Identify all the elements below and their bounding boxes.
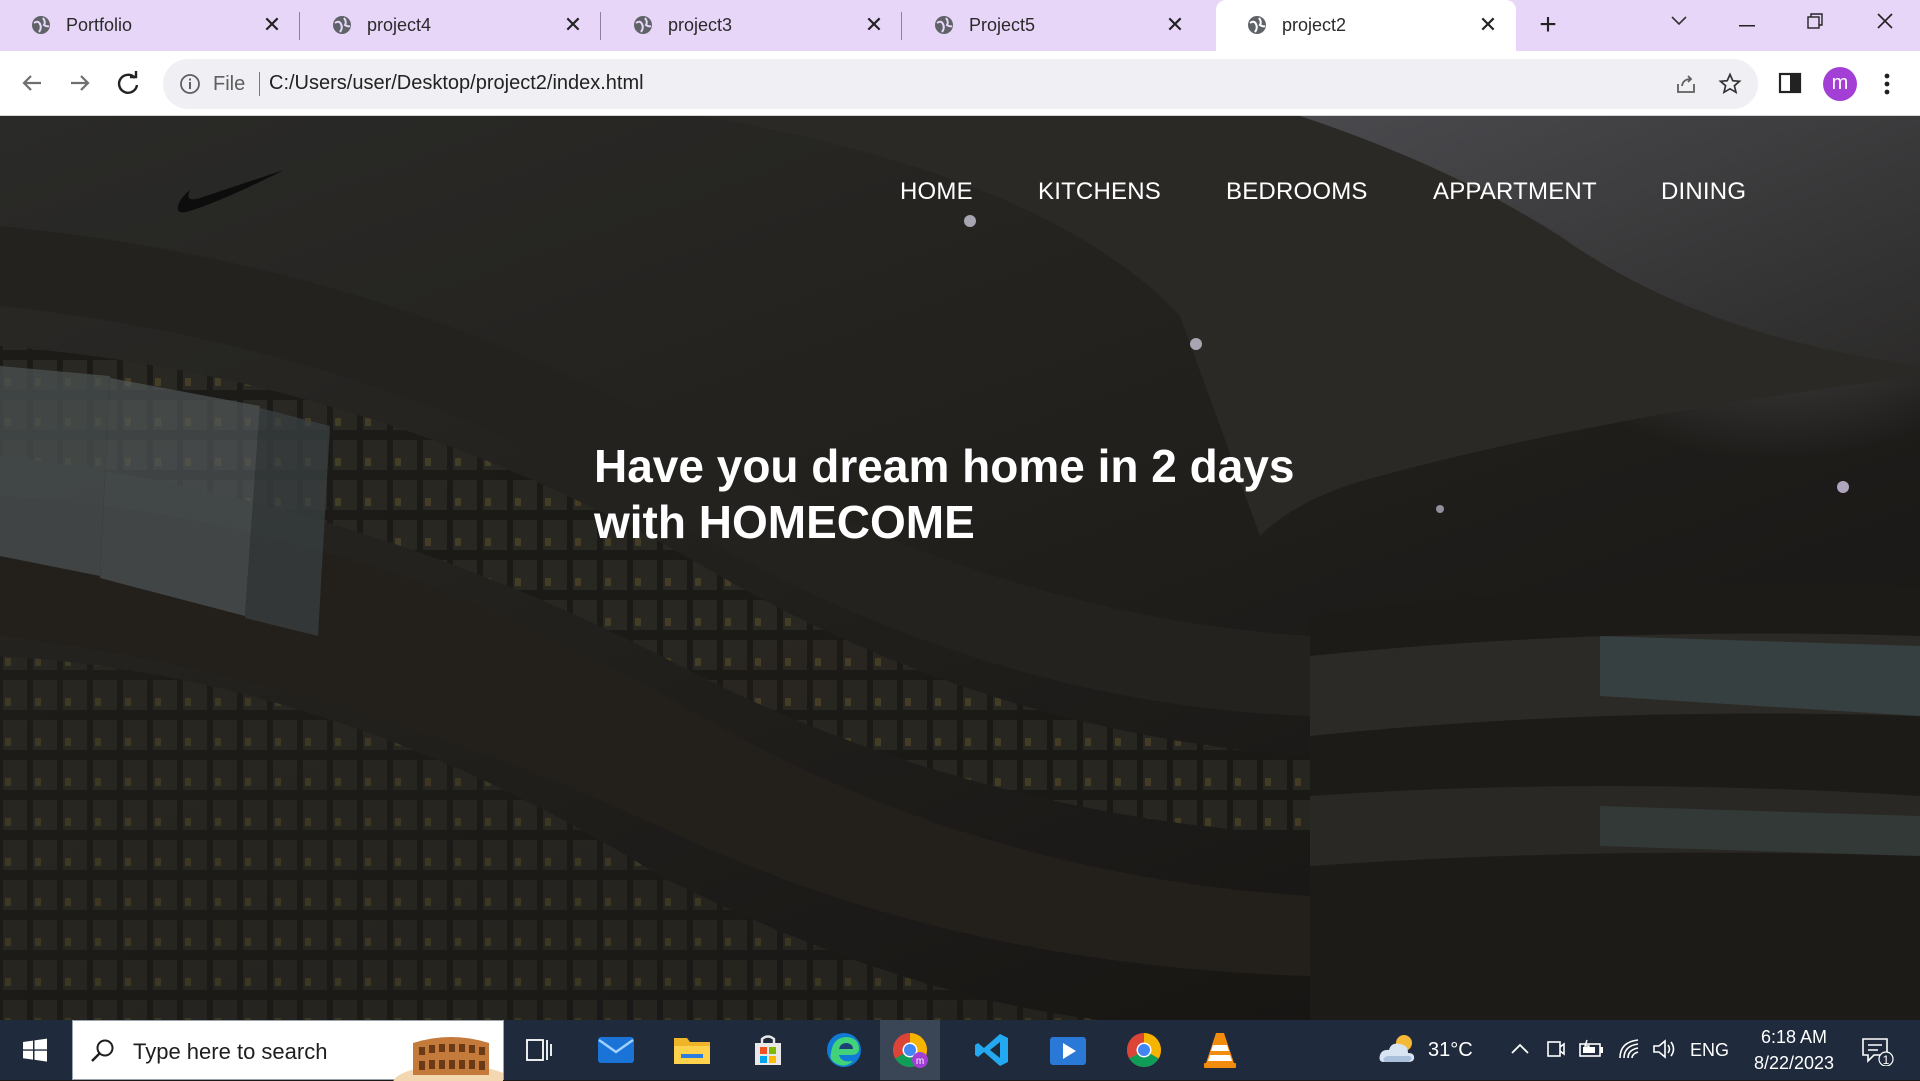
nav-link-home[interactable]: HOME — [900, 178, 973, 206]
globe-icon — [634, 16, 652, 34]
side-panel-icon[interactable] — [1778, 71, 1802, 95]
nav-link-bedrooms[interactable]: BEDROOMS — [1226, 178, 1368, 206]
forward-arrow-icon[interactable] — [62, 65, 98, 101]
tab-title: project2 — [1282, 15, 1347, 35]
globe-icon — [935, 16, 953, 34]
search-placeholder: Type here to search — [133, 1039, 328, 1064]
file-explorer-icon[interactable] — [670, 1028, 714, 1072]
reload-icon[interactable] — [110, 65, 146, 101]
battery-icon[interactable] — [1578, 1038, 1604, 1060]
hero-line-1: Have you dream home in 2 days — [594, 440, 1295, 492]
close-icon[interactable]: ✕ — [860, 11, 888, 39]
globe-icon — [32, 16, 50, 34]
clock-date[interactable]: 8/22/2023 — [1742, 1053, 1846, 1074]
weather-cloud-icon[interactable] — [1378, 1032, 1418, 1066]
language-indicator[interactable]: ENG — [1690, 1040, 1729, 1061]
tab-strip: Portfolio ✕ project4 ✕ project3 ✕ Projec… — [0, 0, 1920, 51]
chrome-profile-taskbar-icon[interactable]: m — [880, 1020, 940, 1080]
swoosh-logo-icon[interactable] — [176, 168, 286, 218]
vscode-icon[interactable] — [970, 1028, 1014, 1072]
hero-background-image — [0, 116, 1920, 1020]
restore-button[interactable] — [1785, 0, 1845, 42]
vlc-icon[interactable] — [1198, 1028, 1242, 1072]
mail-icon[interactable] — [594, 1028, 638, 1072]
chevron-up-icon[interactable] — [1510, 1042, 1530, 1056]
search-icon — [91, 1039, 114, 1062]
svg-text:m: m — [916, 1056, 924, 1067]
tab-title: project3 — [668, 15, 733, 35]
url-text[interactable]: C:/Users/user/Desktop/project2/index.htm… — [269, 72, 644, 95]
close-icon[interactable]: ✕ — [258, 11, 286, 39]
bookmark-star-icon[interactable] — [1718, 72, 1742, 96]
tab-project4[interactable]: project4 ✕ — [301, 0, 601, 51]
tab-search-chevron-icon[interactable] — [1649, 0, 1709, 42]
new-tab-button[interactable]: + — [1530, 8, 1566, 44]
web-page: HOME KITCHENS BEDROOMS APPARTMENT DINING… — [0, 116, 1920, 1020]
meet-now-icon[interactable] — [1546, 1038, 1566, 1060]
task-view-icon[interactable] — [518, 1028, 562, 1072]
taskbar-search-box[interactable]: Type here to search — [72, 1020, 504, 1081]
notification-count: 1 — [1882, 1053, 1890, 1067]
browser-toolbar: File C:/Users/user/Desktop/project2/inde… — [0, 51, 1920, 116]
clock-time[interactable]: 6:18 AM — [1754, 1027, 1834, 1048]
volume-icon[interactable] — [1652, 1038, 1676, 1060]
windows-start-icon[interactable] — [0, 1020, 70, 1080]
nav-link-dining[interactable]: DINING — [1661, 178, 1746, 206]
tab-project3[interactable]: project3 ✕ — [602, 0, 902, 51]
media-player-icon[interactable] — [1046, 1028, 1090, 1072]
tab-separator — [299, 12, 300, 40]
edge-icon[interactable] — [822, 1028, 866, 1072]
weather-temperature[interactable]: 31°C — [1428, 1039, 1473, 1062]
tab-project5[interactable]: Project5 ✕ — [903, 0, 1203, 51]
address-bar[interactable]: File C:/Users/user/Desktop/project2/inde… — [163, 59, 1758, 109]
tab-title: project4 — [367, 15, 432, 35]
taskbar: Type here to search m 31°C ENG 6:18 AM 8… — [0, 1020, 1920, 1081]
tab-title: Project5 — [969, 15, 1036, 35]
chrome-icon[interactable] — [1122, 1028, 1166, 1072]
colosseum-search-highlight-icon — [393, 1037, 503, 1081]
globe-icon — [1248, 16, 1266, 34]
nav-link-appartment[interactable]: APPARTMENT — [1433, 178, 1597, 206]
tab-separator — [600, 12, 601, 40]
hero-heading: Have you dream home in 2 days with HOMEC… — [594, 438, 1394, 550]
close-window-button[interactable] — [1855, 0, 1915, 42]
info-icon[interactable] — [179, 73, 201, 95]
close-icon[interactable]: ✕ — [1161, 11, 1189, 39]
profile-avatar[interactable]: m — [1823, 67, 1857, 101]
wifi-icon[interactable] — [1618, 1038, 1642, 1060]
tab-project2[interactable]: project2 ✕ — [1216, 0, 1516, 51]
share-icon[interactable] — [1674, 72, 1698, 96]
nav-link-kitchens[interactable]: KITCHENS — [1038, 178, 1161, 206]
tab-separator — [901, 12, 902, 40]
hero-line-2: with HOMECOME — [594, 496, 975, 548]
close-icon[interactable]: ✕ — [559, 11, 587, 39]
close-icon[interactable]: ✕ — [1474, 11, 1502, 39]
globe-icon — [333, 16, 351, 34]
back-arrow-icon[interactable] — [14, 65, 50, 101]
tab-title: Portfolio — [66, 15, 133, 35]
minimize-button[interactable] — [1717, 0, 1777, 42]
address-divider — [259, 72, 260, 96]
more-menu-icon[interactable] — [1875, 69, 1899, 99]
scheme-label: File — [213, 73, 246, 95]
microsoft-store-icon[interactable] — [746, 1028, 790, 1072]
tab-portfolio[interactable]: Portfolio ✕ — [0, 0, 300, 51]
